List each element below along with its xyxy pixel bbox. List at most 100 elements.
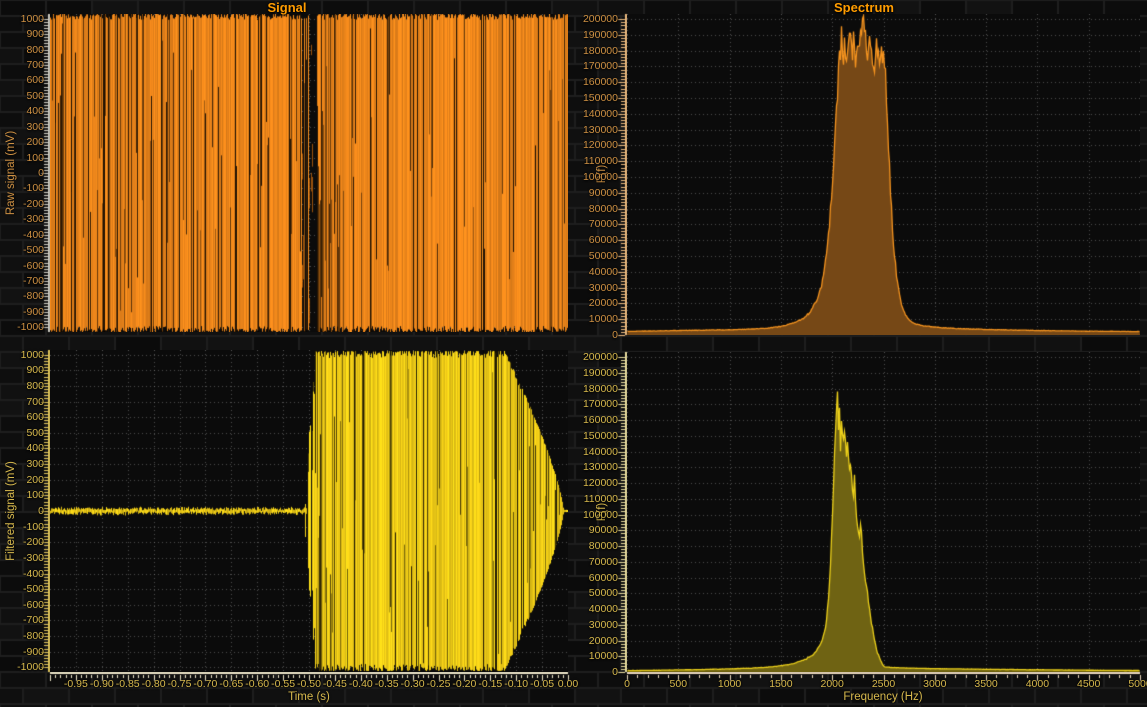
tick-label: -0.05 — [530, 678, 554, 690]
tick-label: 1000 — [21, 13, 44, 25]
tick-label: 140000 — [583, 108, 618, 120]
tick-label: 170000 — [583, 398, 618, 410]
tick-label: -700 — [23, 614, 44, 626]
tick-label: 0 — [38, 505, 44, 517]
tick-label: -0.50 — [297, 678, 321, 690]
tick-label: 200000 — [583, 351, 618, 363]
tick-label: -300 — [23, 213, 44, 225]
tick-label: 150000 — [583, 92, 618, 104]
tick-label: -0.75 — [168, 678, 192, 690]
tick-label: 20000 — [589, 635, 618, 647]
tick-label: 4000 — [1026, 678, 1049, 690]
tick-label: 110000 — [584, 155, 618, 167]
tick-label: -0.90 — [90, 678, 114, 690]
tick-label: -0.35 — [375, 678, 399, 690]
tick-label: 70000 — [589, 218, 618, 230]
tick-label: 600 — [26, 74, 44, 86]
tick-label: 1000 — [718, 678, 741, 690]
tick-label: 180000 — [583, 45, 618, 57]
tick-label: -0.95 — [64, 678, 88, 690]
tick-label: -0.25 — [427, 678, 451, 690]
tick-label: -100 — [23, 182, 44, 194]
tick-label: 1500 — [769, 678, 792, 690]
tick-label: 40000 — [589, 266, 618, 278]
tick-label: 80000 — [589, 540, 618, 552]
tick-label: -500 — [23, 244, 44, 256]
tick-label: 0 — [612, 329, 618, 341]
tick-label: -1000 — [17, 321, 44, 333]
tick-label: 200 — [26, 474, 44, 486]
tick-label: 60000 — [589, 234, 618, 246]
tick-label: 300 — [26, 121, 44, 133]
filtered-signal-y-axis-label: Filtered signal (mV) — [5, 461, 17, 561]
tick-label: -600 — [23, 599, 44, 611]
tick-label: 40000 — [589, 603, 618, 615]
tick-label: 10000 — [589, 650, 618, 662]
tick-label: 2500 — [872, 678, 895, 690]
tick-label: 160000 — [583, 76, 618, 88]
tick-label: 500 — [670, 678, 688, 690]
tick-label: 3500 — [974, 678, 997, 690]
tick-label: -0.45 — [323, 678, 347, 690]
filtered-signal-graph[interactable] — [50, 350, 568, 672]
tick-label: -800 — [23, 630, 44, 642]
tick-label: 50000 — [589, 587, 618, 599]
tick-label: 400 — [26, 442, 44, 454]
tick-label: -1000 — [17, 661, 44, 673]
tick-label: 2000 — [821, 678, 844, 690]
tick-label: 30000 — [589, 619, 618, 631]
tick-label: 170000 — [583, 60, 618, 72]
tick-label: 140000 — [583, 446, 618, 458]
tick-label: 300 — [26, 458, 44, 470]
tick-label: 100 — [26, 489, 44, 501]
tick-label: -0.20 — [452, 678, 476, 690]
tick-label: 180000 — [583, 383, 618, 395]
tick-label: 0 — [38, 167, 44, 179]
tick-label: 500 — [26, 90, 44, 102]
spectrum-title: Spectrum — [834, 0, 894, 15]
raw-signal-graph[interactable] — [50, 14, 568, 332]
tick-label: 130000 — [583, 461, 618, 473]
tick-label: 3000 — [923, 678, 946, 690]
tick-label: 1000 — [21, 349, 44, 361]
tick-label: 0.00 — [558, 678, 578, 690]
raw-spectrum-graph[interactable] — [627, 14, 1140, 335]
tick-label: -0.80 — [142, 678, 166, 690]
tick-label: 190000 — [583, 367, 618, 379]
tick-label: 110000 — [584, 493, 618, 505]
tick-label: 0 — [612, 666, 618, 678]
tick-label: 5000 — [1128, 678, 1147, 690]
tick-label: 500 — [26, 427, 44, 439]
tick-label: 200 — [26, 136, 44, 148]
filtered-spectrum-graph[interactable] — [627, 352, 1140, 672]
tick-label: 100000 — [583, 509, 618, 521]
tick-label: 900 — [26, 364, 44, 376]
tick-label: 190000 — [583, 29, 618, 41]
tick-label: 200000 — [583, 13, 618, 25]
tick-label: -400 — [23, 568, 44, 580]
tick-label: 150000 — [583, 430, 618, 442]
tick-label: 10000 — [589, 313, 618, 325]
tick-label: -0.40 — [349, 678, 373, 690]
tick-label: 800 — [26, 380, 44, 392]
tick-label: -900 — [23, 646, 44, 658]
tick-label: -900 — [23, 306, 44, 318]
tick-label: 120000 — [583, 477, 618, 489]
tick-label: -500 — [23, 583, 44, 595]
tick-label: 50000 — [589, 250, 618, 262]
tick-label: -100 — [23, 521, 44, 533]
tick-label: 800 — [26, 44, 44, 56]
tick-label: -0.30 — [401, 678, 425, 690]
tick-label: -0.60 — [245, 678, 269, 690]
tick-label: 4500 — [1077, 678, 1100, 690]
tick-label: 400 — [26, 105, 44, 117]
tick-label: -600 — [23, 260, 44, 272]
tick-label: 30000 — [589, 282, 618, 294]
tick-label: -300 — [23, 552, 44, 564]
tick-label: -0.15 — [478, 678, 502, 690]
tick-label: -800 — [23, 290, 44, 302]
tick-label: -0.85 — [116, 678, 140, 690]
time-axis-label: Time (s) — [288, 691, 330, 703]
frequency-axis-label: Frequency (Hz) — [843, 691, 922, 703]
tick-label: 100 — [26, 152, 44, 164]
